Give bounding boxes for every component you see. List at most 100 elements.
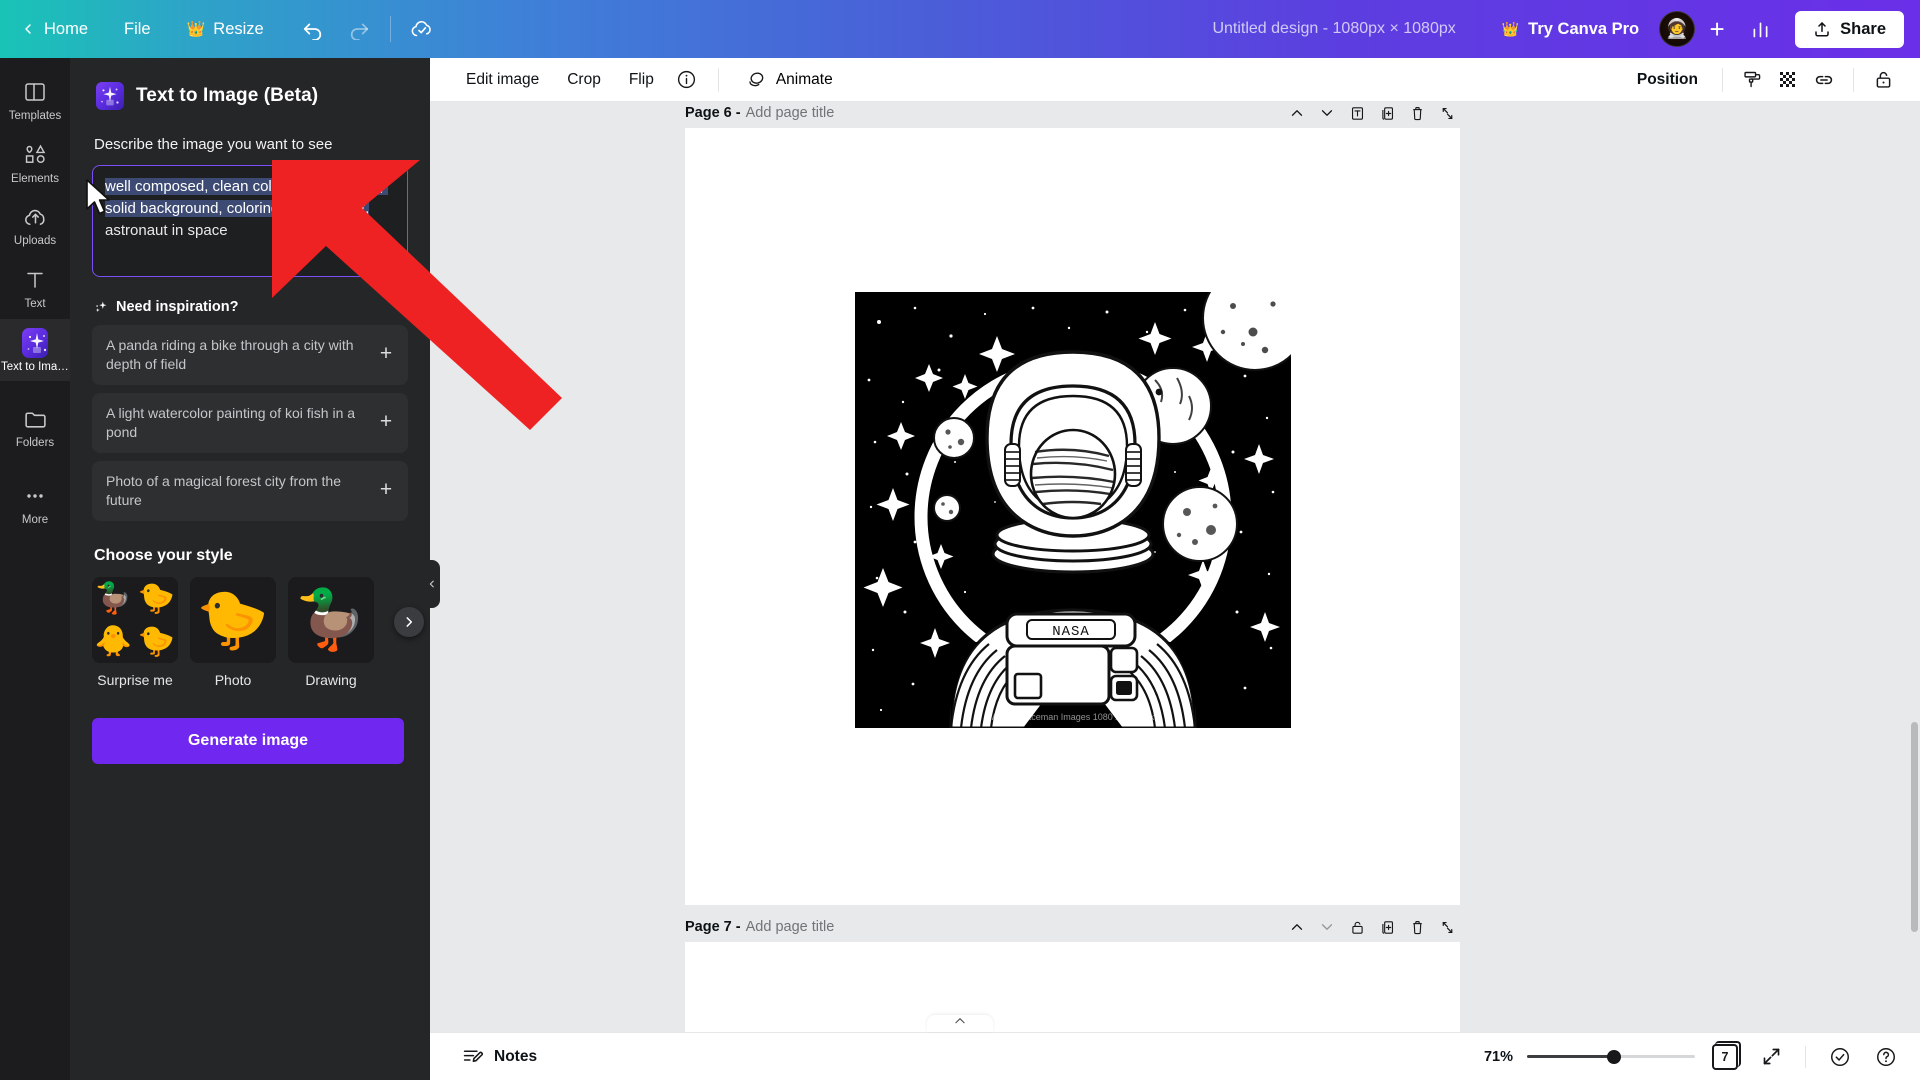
text-to-image-panel: Text to Image (Beta) Describe the image … (70, 58, 430, 1080)
chevron-up-icon (953, 1015, 967, 1027)
move-page-down-button[interactable] (1314, 914, 1340, 940)
bottom-bar: Notes 71% 7 (430, 1032, 1920, 1080)
move-page-up-button[interactable] (1284, 914, 1310, 940)
file-menu-button[interactable]: File (108, 12, 167, 47)
info-circle-icon (676, 69, 697, 90)
style-thumbnail: 🦆 🐤 🐥 🐤 (92, 577, 178, 663)
chevron-right-icon (402, 615, 416, 629)
delete-page-button[interactable] (1404, 914, 1430, 940)
add-page-title-button[interactable] (1344, 102, 1370, 126)
sidebar-item-text[interactable]: Text (0, 256, 70, 319)
avatar-image: 🧑‍🚀 (1665, 19, 1689, 40)
add-inspiration-icon[interactable]: + (376, 343, 396, 365)
uploads-cloud-icon (22, 204, 48, 230)
analytics-button[interactable] (1739, 8, 1781, 50)
inspiration-header: Need inspiration? (94, 299, 408, 315)
crop-button[interactable]: Crop (555, 65, 613, 95)
add-inspiration-icon[interactable]: + (376, 411, 396, 433)
page-count-value: 7 (1721, 1049, 1729, 1064)
expand-page-button[interactable] (1434, 914, 1460, 940)
add-inspiration-icon[interactable]: + (376, 479, 396, 501)
try-canva-pro-button[interactable]: 👑 Try Canva Pro (1488, 11, 1653, 48)
sidebar-item-elements[interactable]: Elements (0, 131, 70, 194)
lock-button[interactable] (1866, 63, 1900, 97)
toolbar-divider (1722, 67, 1723, 92)
sidebar-item-text-to-image[interactable]: Text to Imag... (0, 318, 70, 382)
text-to-image-icon (96, 82, 124, 110)
expand-page-button[interactable] (1434, 102, 1460, 126)
lock-page-button[interactable] (1344, 914, 1370, 940)
move-page-down-button[interactable] (1314, 102, 1340, 126)
home-button[interactable]: Home (14, 12, 104, 47)
canvas-scroll-area[interactable]: Page 6 - Add page title NASA Astro Space… (430, 102, 1920, 1032)
move-page-up-button[interactable] (1284, 102, 1310, 126)
transparency-icon (1742, 69, 1763, 90)
flip-button[interactable]: Flip (617, 65, 666, 95)
toolbar-divider (717, 67, 719, 92)
canvas-vertical-scrollbar[interactable] (1911, 722, 1918, 932)
share-button[interactable]: Share (1795, 10, 1904, 48)
resize-button[interactable]: 👑 Resize (171, 12, 280, 47)
duplicate-page-button[interactable] (1374, 102, 1400, 126)
redo-button[interactable] (338, 8, 380, 50)
page-number-label: Page 6 - (685, 105, 741, 121)
page-canvas[interactable] (685, 942, 1460, 1032)
sidebar-item-folders[interactable]: Folders (0, 395, 70, 458)
delete-page-button[interactable] (1404, 102, 1430, 126)
edit-image-button[interactable]: Edit image (454, 65, 551, 95)
inspiration-item[interactable]: A light watercolor painting of koi fish … (92, 393, 408, 453)
artwork-caption: Astro Spaceman Images 1080 x 1080 px (992, 712, 1155, 722)
cloud-saved-button[interactable] (401, 8, 443, 50)
style-option-drawing[interactable]: 🦆 Drawing (288, 577, 374, 688)
sidebar-item-more[interactable]: More (0, 472, 70, 535)
inspiration-item[interactable]: A panda riding a bike through a city wit… (92, 325, 408, 385)
page-title-input[interactable]: Add page title (746, 105, 835, 121)
zoom-slider[interactable] (1527, 1049, 1695, 1065)
style-carousel: 🦆 🐤 🐥 🐤 Surprise me 🐤 Photo 🦆 Drawing (92, 577, 424, 688)
help-button[interactable] (1870, 1041, 1902, 1073)
page-count-button[interactable]: 7 (1709, 1040, 1741, 1073)
more-dots-icon (22, 483, 48, 509)
design-title[interactable]: Untitled design - 1080px × 1080px (1212, 20, 1455, 38)
duck-glyph: 🐤 (137, 582, 176, 615)
page-title-input[interactable]: Add page title (746, 919, 835, 935)
generated-artwork[interactable]: NASA Astro Spaceman Images 1080 x 1080 p… (855, 292, 1291, 728)
zoom-slider-knob[interactable] (1607, 1049, 1622, 1064)
generate-image-button[interactable]: Generate image (92, 718, 404, 764)
duplicate-page-button[interactable] (1374, 914, 1400, 940)
collapse-panel-handle[interactable] (424, 560, 440, 608)
style-option-photo[interactable]: 🐤 Photo (190, 577, 276, 688)
zoom-percent-label[interactable]: 71% (1471, 1049, 1513, 1065)
prompt-text: well composed, clean coloring book page,… (105, 176, 395, 242)
animate-button[interactable]: Animate (733, 63, 845, 97)
saved-status-button[interactable] (1824, 1041, 1856, 1073)
transparency-button[interactable] (1735, 63, 1769, 97)
choose-style-label: Choose your style (94, 547, 233, 564)
sidebar-item-label: Text (24, 297, 46, 310)
undo-button[interactable] (292, 8, 334, 50)
position-button[interactable]: Position (1625, 65, 1710, 95)
link-button[interactable] (1807, 63, 1841, 97)
inspiration-text: Photo of a magical forest city from the … (106, 473, 341, 508)
page-header: Page 6 - Add page title (685, 102, 1460, 128)
page-canvas[interactable]: NASA Astro Spaceman Images 1080 x 1080 p… (685, 128, 1460, 905)
invite-members-button[interactable]: + (1701, 13, 1733, 45)
info-button[interactable] (670, 63, 704, 97)
next-styles-button[interactable] (394, 607, 424, 637)
fullscreen-button[interactable] (1755, 1041, 1787, 1073)
sidebar-item-label: Text to Imag... (1, 360, 69, 373)
inspiration-text: A light watercolor painting of koi fish … (106, 405, 356, 440)
toolbar-divider (1805, 1045, 1806, 1068)
sidebar-item-uploads[interactable]: Uploads (0, 193, 70, 256)
bottom-bar-right: 71% 7 (1471, 1040, 1902, 1073)
sidebar-item-templates[interactable]: Templates (0, 68, 70, 131)
page-header: Page 7 - Add page title (685, 912, 1460, 942)
notes-button[interactable]: Notes (450, 1039, 549, 1074)
back-chevron-icon (20, 21, 36, 37)
checkerboard-button[interactable] (1771, 63, 1805, 97)
avatar[interactable]: 🧑‍🚀 (1659, 11, 1696, 47)
prompt-input[interactable]: well composed, clean coloring book page,… (92, 165, 408, 277)
page-navigator-toggle[interactable] (927, 1015, 993, 1032)
inspiration-item[interactable]: Photo of a magical forest city from the … (92, 461, 408, 521)
style-option-surprise-me[interactable]: 🦆 🐤 🐥 🐤 Surprise me (92, 577, 178, 688)
